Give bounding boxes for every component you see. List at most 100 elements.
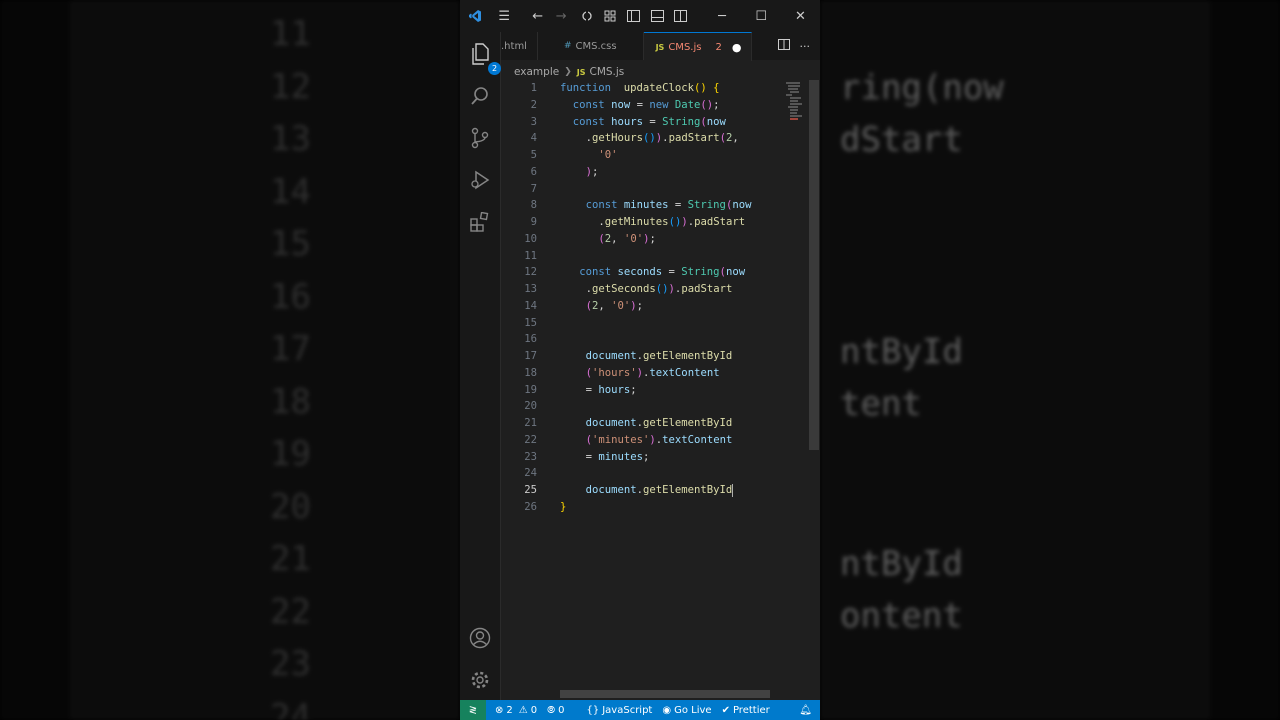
code-line[interactable]: 5 '0'	[501, 147, 779, 164]
code-line[interactable]: 17 document.getElementById	[501, 348, 779, 365]
background-line-number: 20	[270, 486, 311, 527]
layout-icon[interactable]	[599, 0, 623, 32]
code-line[interactable]: 24	[501, 465, 779, 482]
minimap-line	[790, 91, 799, 93]
code-line[interactable]: 6);	[501, 164, 779, 181]
line-number: 20	[524, 400, 537, 413]
background-line-number: 12	[270, 66, 311, 107]
code-line[interactable]: 9 .getMinutes()).padStart	[501, 214, 779, 231]
code-line[interactable]: 25 document.getElementById	[501, 482, 779, 499]
background-line-number: 23	[270, 644, 311, 684]
prettier-button[interactable]: ✔ Prettier	[717, 705, 775, 716]
code-text: const now = new Date();	[572, 98, 720, 111]
code-line[interactable]: 3 const hours = String(now	[501, 114, 779, 131]
code-line[interactable]: 7	[501, 181, 779, 198]
tab-js[interactable]: JS CMS.js 2 ●	[643, 32, 753, 61]
code-line[interactable]: 10 (2, '0');	[501, 231, 779, 248]
settings-gear-icon[interactable]	[468, 668, 492, 692]
unsaved-dot-icon[interactable]: ●	[732, 41, 742, 54]
line-number: 17	[524, 350, 537, 362]
line-number: 1	[530, 82, 537, 94]
code-text: document.getElementById	[585, 483, 734, 497]
breadcrumb: example ❯ JS CMS.js	[514, 64, 624, 80]
code-text: document.getElementById	[585, 417, 733, 429]
double-check-icon: ✔	[721, 704, 730, 716]
vertical-scrollbar[interactable]	[809, 80, 819, 450]
search-icon[interactable]	[468, 84, 492, 108]
line-number: 5	[530, 149, 537, 161]
copilot-icon[interactable]	[575, 0, 599, 32]
vscode-window: ☰ ← → ─ ☐ ✕ 2 .html # CMS.css JS CMS.js …	[460, 0, 820, 720]
background-line-number: 13	[270, 119, 311, 159]
code-line[interactable]: 14 (2, '0');	[501, 298, 779, 315]
code-line[interactable]: 19 = hours;	[501, 382, 779, 399]
code-line[interactable]: 15	[501, 315, 779, 332]
ports-indicator[interactable]: ⦾ 0	[542, 705, 569, 716]
notifications-bell-icon[interactable]: 🔔︎	[794, 705, 820, 716]
code-line[interactable]: 20	[501, 398, 779, 415]
minimap-line	[790, 103, 802, 105]
breadcrumb-folder[interactable]: example	[514, 66, 559, 78]
back-arrow-icon[interactable]: ←	[526, 0, 550, 32]
code-line[interactable]: 26}	[501, 499, 779, 516]
code-line[interactable]: 16	[501, 331, 779, 348]
background-code: ring(now	[840, 68, 1004, 108]
problem-count: 2	[715, 41, 722, 53]
extensions-icon[interactable]	[468, 210, 492, 234]
minimap[interactable]	[786, 82, 808, 122]
toggle-secondary-sidebar-icon[interactable]	[669, 0, 693, 32]
toggle-panel-icon[interactable]	[646, 0, 670, 32]
line-number: 26	[524, 500, 537, 513]
go-live-button[interactable]: ◉ Go Live	[657, 705, 716, 716]
tab-label: CMS.js	[668, 41, 702, 53]
minimize-button[interactable]: ─	[703, 0, 742, 32]
minimap-line	[788, 88, 798, 90]
code-line[interactable]: 11	[501, 248, 779, 265]
split-editor-icon[interactable]	[777, 39, 790, 53]
account-icon[interactable]	[468, 626, 492, 650]
code-line[interactable]: 13 .getSeconds()).padStart	[501, 281, 779, 298]
code-line[interactable]: 1 function updateClock() {	[501, 80, 779, 97]
code-line[interactable]: 4 .getHours()).padStart(2,	[501, 130, 779, 147]
line-number: 10	[524, 232, 537, 245]
line-number: 9	[530, 216, 537, 228]
forward-arrow-icon[interactable]: →	[550, 0, 574, 32]
code-line[interactable]: 2 const now = new Date();	[501, 97, 779, 114]
tab-css[interactable]: # CMS.css	[538, 32, 644, 60]
breadcrumb-file[interactable]: CMS.js	[590, 66, 625, 78]
minimap-line	[790, 97, 801, 99]
horizontal-scrollbar[interactable]	[560, 690, 770, 698]
code-line[interactable]: 22 ('minutes').textContent	[501, 432, 779, 449]
background-line-number: 19	[270, 434, 311, 474]
problems-indicator[interactable]: ⊗ 2 ⚠ 0	[490, 705, 542, 716]
code-text: );	[585, 165, 599, 178]
background-line-number: 21	[270, 539, 311, 579]
background-line-number: 24	[270, 696, 311, 720]
tab-html[interactable]: .html	[501, 32, 538, 60]
run-debug-icon[interactable]	[468, 168, 492, 192]
code-line[interactable]: 18 ('hours').textContent	[501, 365, 779, 382]
maximize-button[interactable]: ☐	[742, 0, 781, 32]
remote-indicator-icon[interactable]: ≷	[460, 700, 486, 720]
language-mode[interactable]: {} JavaScript	[581, 705, 657, 716]
code-line[interactable]: 12 const seconds = String(now	[501, 264, 779, 281]
code-line[interactable]: 21 document.getElementById	[501, 415, 779, 432]
line-number: 7	[530, 182, 537, 195]
toggle-sidebar-icon[interactable]	[622, 0, 646, 32]
title-bar: ☰ ← → ─ ☐ ✕	[460, 0, 820, 32]
code-line[interactable]: 23 = minutes;	[501, 449, 779, 466]
files-icon[interactable]: 2	[468, 42, 501, 75]
line-number: 3	[530, 115, 537, 128]
code-line[interactable]: 8 const minutes = String(now	[501, 197, 779, 214]
background-code: ontent	[840, 596, 963, 636]
chevron-right-icon: ❯	[564, 67, 572, 77]
minimap-line	[788, 106, 798, 108]
close-button[interactable]: ✕	[781, 0, 820, 32]
more-actions-icon[interactable]: ···	[800, 40, 811, 53]
code-text: const hours = String(now	[572, 115, 726, 128]
code-text: = hours;	[585, 383, 637, 396]
code-editor[interactable]: 1 function updateClock() {2 const now = ne…	[501, 80, 820, 690]
menu-icon[interactable]: ☰	[493, 0, 517, 32]
background-line-number: 16	[270, 276, 311, 317]
source-control-icon[interactable]	[468, 126, 492, 150]
